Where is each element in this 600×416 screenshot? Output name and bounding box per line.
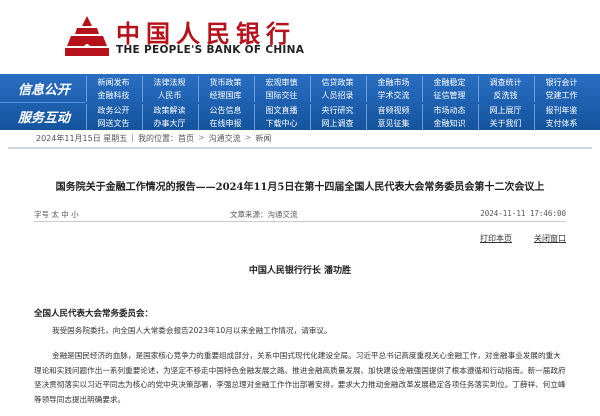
nav-item[interactable]: 央行研究 — [310, 104, 364, 117]
article-salutation: 全国人民代表大会常务委员会： — [34, 309, 154, 319]
nav-item[interactable]: 意见征集 — [366, 117, 420, 130]
breadcrumb-date: 2024年11月15日 星期五 — [36, 134, 128, 143]
nav-item[interactable]: 金融稳定 — [422, 76, 476, 89]
nav-item[interactable]: 信贷政策 — [310, 76, 364, 89]
nav-item[interactable]: 在线申报 — [198, 117, 252, 130]
nav-item[interactable]: 银行会计 — [534, 76, 588, 89]
breadcrumb-current-link[interactable]: 新闻 — [255, 133, 271, 144]
nav-item[interactable]: 宏观审慎 — [254, 76, 308, 89]
breadcrumb-separator: | — [131, 133, 134, 142]
nav-item[interactable]: 金融知识 — [422, 117, 476, 130]
article-paragraph: 我受国务院委托，向全国人大常委会报告2023年10月以来金融工作情况，请审议。 — [52, 326, 332, 335]
nav-item[interactable]: 学术交流 — [366, 89, 420, 102]
article-actions: 打印本页 关闭窗口 — [480, 233, 566, 244]
breadcrumb-separator: > — [244, 133, 252, 142]
nav-item[interactable]: 音频视频 — [366, 104, 420, 117]
nav-item[interactable]: 调查统计 — [478, 76, 532, 89]
nav-item[interactable]: 报刊年鉴 — [534, 104, 588, 117]
breadcrumb-home-link[interactable]: 我的位置：首页 — [138, 133, 194, 144]
font-size-controls[interactable]: 字号 太 中 小 — [34, 209, 79, 220]
nav-item[interactable]: 图文直播 — [254, 104, 308, 117]
nav-item[interactable]: 政务公开 — [86, 104, 140, 117]
nav-group-info-public: 信息公开 — [18, 82, 71, 98]
nav-item[interactable]: 人员招录 — [310, 89, 364, 102]
nav-item[interactable]: 国际交往 — [254, 89, 308, 102]
nav-item[interactable]: 下载中心 — [254, 117, 308, 130]
nav-item[interactable]: 金融科技 — [86, 89, 140, 102]
nav-item[interactable]: 网上展厅 — [478, 104, 532, 117]
article-paragraph: 金融是国民经济的血脉，是国家核心竞争力的重要组成部分，关系中国式现代化建设全局。… — [34, 351, 566, 404]
nav-item[interactable]: 政策解读 — [142, 104, 196, 117]
close-window-link[interactable]: 关闭窗口 — [534, 233, 566, 244]
pboc-emblem-icon[interactable] — [63, 12, 111, 60]
nav-item[interactable]: 人民币 — [142, 89, 196, 102]
nav-item[interactable]: 货币政策 — [198, 76, 252, 89]
nav-item[interactable]: 党建工作 — [534, 89, 588, 102]
site-title-en: THE PEOPLE'S BANK OF CHINA — [116, 44, 305, 56]
nav-item-extra[interactable]: 支付体系 — [534, 117, 588, 130]
article-date: 2024-11-11 17:46:00 — [480, 209, 566, 218]
nav-grid-info: 新闻发布 法律法规 货币政策 宏观审慎 信贷政策 金融市场 金融稳定 调查统计 … — [86, 76, 600, 102]
nav-item[interactable]: 经理国库 — [198, 89, 252, 102]
article-source: 文章来源：沟通交流 — [230, 210, 298, 219]
nav-item[interactable]: 网上调查 — [310, 117, 364, 130]
breadcrumb: 2024年11月15日 星期五 | 我的位置：首页 > 沟通交流 > 新闻 — [36, 133, 271, 144]
print-page-link[interactable]: 打印本页 — [480, 233, 512, 244]
nav-item[interactable]: 关于我们 — [478, 117, 532, 130]
breadcrumb-separator: > — [197, 133, 205, 142]
article-meta: 字号 太 中 小 文章来源：沟通交流 2024-11-11 17:46:00 — [34, 206, 566, 222]
nav-grid-service: 政务公开 政策解读 公告信息 图文直播 央行研究 音频视频 市场动态 网上展厅 … — [86, 104, 600, 130]
nav-item[interactable]: 新闻发布 — [86, 76, 140, 89]
nav-item[interactable]: 反洗钱 — [478, 89, 532, 102]
nav-item[interactable]: 市场动态 — [422, 104, 476, 117]
nav-item[interactable]: 办事大厅 — [142, 117, 196, 130]
main-navigation: 信息公开 服务互动 新闻发布 法律法规 货币政策 宏观审慎 信贷政策 金融市场 … — [0, 74, 600, 130]
nav-item[interactable]: 公告信息 — [198, 104, 252, 117]
breadcrumb-section-link[interactable]: 沟通交流 — [209, 133, 241, 144]
site-header: 中国人民银行 THE PEOPLE'S BANK OF CHINA — [0, 0, 600, 74]
article-author: 中国人民银行行长 潘功胜 — [248, 266, 352, 276]
article-title: 国务院关于金融工作情况的报告——2024年11月5日在第十四届全国人民代表大会常… — [55, 182, 545, 193]
nav-item[interactable]: 征信管理 — [422, 89, 476, 102]
nav-item[interactable]: 网送文告 — [86, 117, 140, 130]
nav-item[interactable]: 金融市场 — [366, 76, 420, 89]
nav-item[interactable]: 法律法规 — [142, 76, 196, 89]
nav-group-service: 服务互动 — [0, 102, 85, 130]
